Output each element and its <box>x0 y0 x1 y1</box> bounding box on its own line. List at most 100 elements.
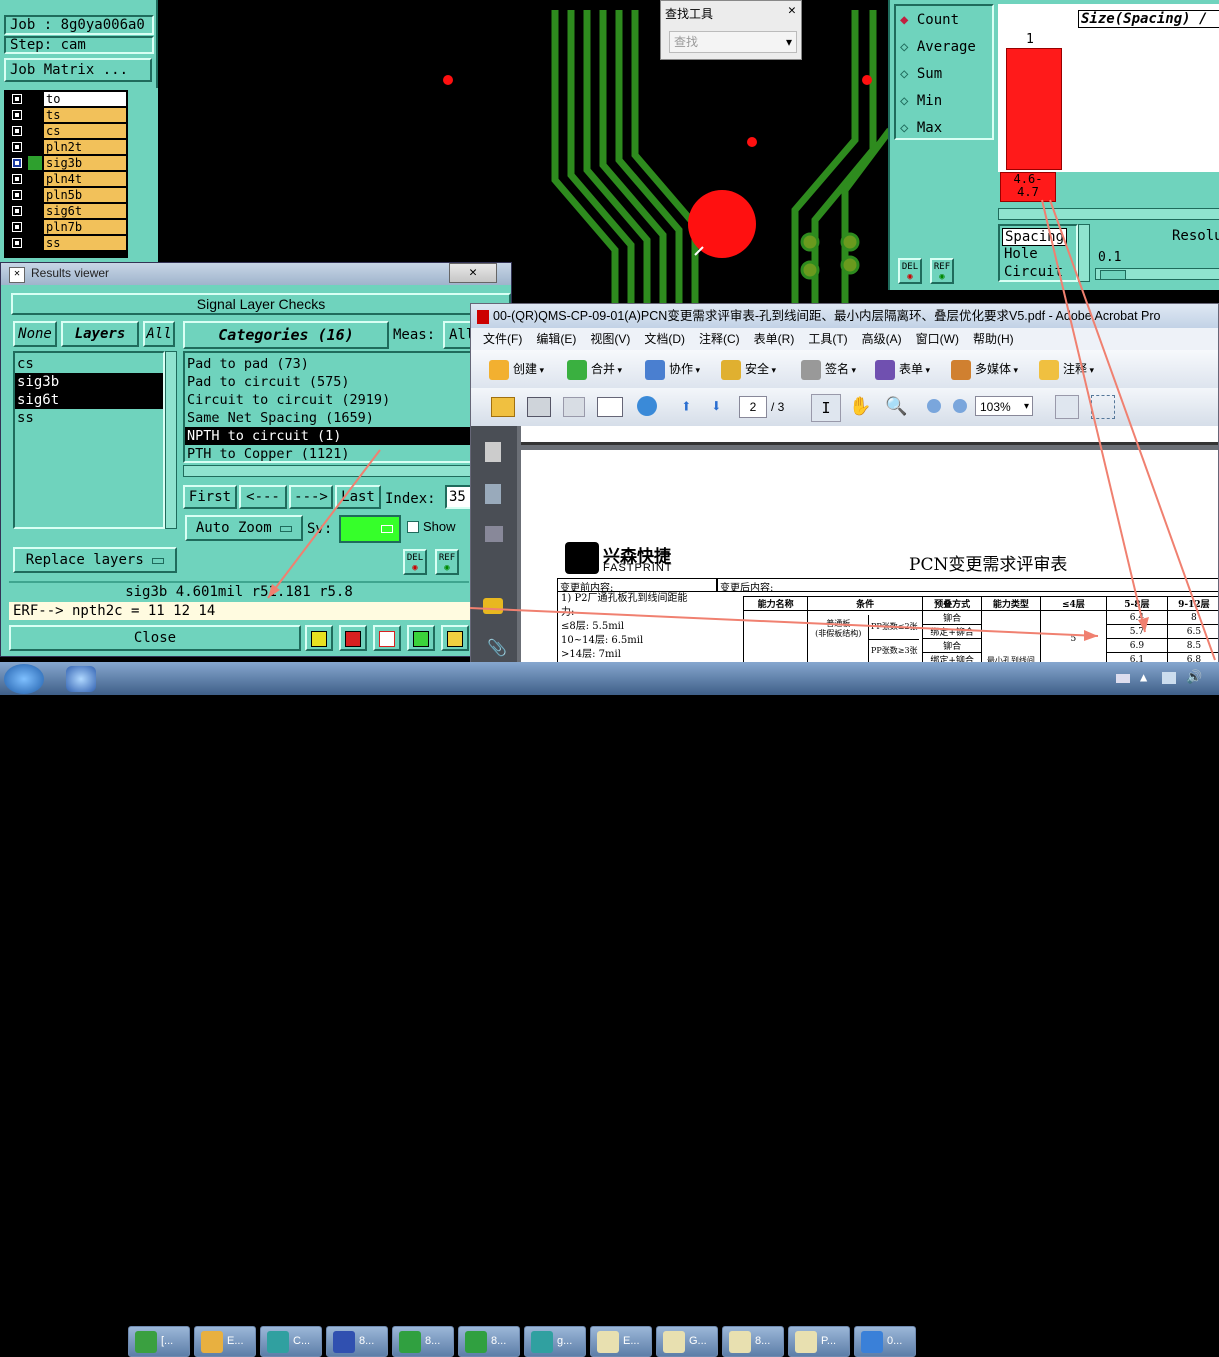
toolbar-collaborate-button[interactable]: 协作 ▾ <box>645 359 700 380</box>
close-button[interactable]: Close <box>9 625 301 651</box>
layer-row-pln5b[interactable]: pln5b <box>10 188 128 203</box>
categories-button[interactable]: Categories (16) <box>183 321 389 349</box>
layer-row-pln2t[interactable]: pln2t <box>10 140 128 155</box>
menu-item[interactable]: 表单(R) <box>754 328 795 350</box>
category-item[interactable]: Same Net Spacing (1659) <box>185 409 481 427</box>
stat-option-max[interactable]: ◇ Max <box>900 120 942 136</box>
save-icon[interactable] <box>563 397 585 417</box>
none-button[interactable]: None <box>13 321 57 347</box>
keyboard-icon[interactable] <box>1116 674 1130 683</box>
sv-color-picker[interactable] <box>339 515 401 543</box>
menu-item[interactable]: 文件(F) <box>483 328 522 350</box>
ref-button[interactable]: REF ◉ <box>930 258 954 284</box>
menu-item[interactable]: 窗口(W) <box>916 328 959 350</box>
stat-option-sum[interactable]: ◇ Sum <box>900 66 942 82</box>
close-icon[interactable]: ✕ <box>788 3 796 18</box>
zoom-in-icon[interactable] <box>953 399 967 413</box>
results-layer-item[interactable]: cs <box>15 355 163 373</box>
toolbar-secure-button[interactable]: 安全 ▾ <box>721 359 776 380</box>
layer-row-ss[interactable]: ss <box>10 236 128 251</box>
layers-button[interactable]: Layers <box>61 321 139 347</box>
search-dropdown[interactable]: 查找 ▾ <box>669 31 797 53</box>
zoom-tool-icon[interactable]: 🔍 <box>885 396 907 417</box>
taskbar-item[interactable]: 8... <box>326 1326 388 1357</box>
close-icon[interactable]: ✕ <box>449 263 497 283</box>
tool-icon-5[interactable] <box>441 625 469 651</box>
pinned-app-icon[interactable] <box>66 666 96 692</box>
resolution-slider[interactable] <box>1095 268 1219 280</box>
taskbar-item[interactable]: 8... <box>458 1326 520 1357</box>
param-item-hole[interactable]: Hole <box>1002 246 1040 262</box>
menu-item[interactable]: 帮助(H) <box>973 328 1014 350</box>
print-icon[interactable] <box>527 397 551 417</box>
job-matrix-button[interactable]: Job Matrix ... <box>4 58 152 82</box>
fit-page-icon[interactable] <box>1055 395 1079 419</box>
layer-checkbox[interactable] <box>12 126 22 136</box>
del-button[interactable]: DEL ◉ <box>898 258 922 284</box>
toolbar-comment-button[interactable]: 注释 ▾ <box>1039 359 1094 380</box>
open-icon[interactable] <box>491 397 515 417</box>
taskbar-item[interactable]: 8... <box>392 1326 454 1357</box>
category-item[interactable]: Pad to circuit (575) <box>185 373 481 391</box>
taskbar-item[interactable]: [... <box>128 1326 190 1357</box>
auto-zoom-button[interactable]: Auto Zoom <box>185 515 303 541</box>
attachment-icon[interactable]: 📎 <box>487 638 507 657</box>
stat-option-count[interactable]: ◆ Count <box>900 12 959 28</box>
toolbar-combine-button[interactable]: 合并 ▾ <box>567 359 622 380</box>
menu-item[interactable]: 视图(V) <box>590 328 630 350</box>
del-button-results[interactable]: DEL ◉ <box>403 549 427 575</box>
replace-layers-button[interactable]: Replace layers <box>13 547 177 573</box>
last-button[interactable]: Last <box>335 485 381 509</box>
param-item-circuit[interactable]: Circuit <box>1002 264 1065 280</box>
toolbar-multimedia-button[interactable]: 多媒体 ▾ <box>951 359 1018 380</box>
toolbar-create-button[interactable]: 创建 ▾ <box>489 359 544 380</box>
tool-icon-1[interactable] <box>305 625 333 651</box>
layer-checkbox[interactable] <box>12 142 22 152</box>
all-layers-button[interactable]: All <box>143 321 175 347</box>
zoom-field[interactable]: 103% ▾ <box>975 396 1033 416</box>
taskbar-item[interactable]: C... <box>260 1326 322 1357</box>
stat-option-average[interactable]: ◇ Average <box>900 39 976 55</box>
menu-item[interactable]: 编辑(E) <box>536 328 576 350</box>
comment-icon[interactable] <box>483 598 503 614</box>
email-icon[interactable] <box>597 397 623 417</box>
volume-icon[interactable]: 🔊 <box>1186 670 1202 685</box>
layer-row-to[interactable]: to <box>10 92 128 107</box>
taskbar-item[interactable]: P... <box>788 1326 850 1357</box>
category-item[interactable]: PTH to Copper (1121) <box>185 445 481 463</box>
globe-icon[interactable] <box>637 396 657 416</box>
network-icon[interactable] <box>1162 672 1176 684</box>
tool-icon-2[interactable] <box>339 625 367 651</box>
next-button[interactable]: ---> <box>289 485 333 509</box>
zoom-out-icon[interactable] <box>927 399 941 413</box>
histogram-bar[interactable] <box>1006 48 1062 170</box>
show-checkbox[interactable] <box>407 521 419 533</box>
stat-option-min[interactable]: ◇ Min <box>900 93 942 109</box>
layer-checkbox[interactable] <box>12 222 22 232</box>
category-item[interactable]: Circuit to circuit (2919) <box>185 391 481 409</box>
tool-icon-4[interactable] <box>407 625 435 651</box>
layer-checkbox[interactable] <box>12 190 22 200</box>
pages-icon[interactable] <box>485 442 501 462</box>
layer-row-pln4t[interactable]: pln4t <box>10 172 128 187</box>
layer-checkbox[interactable] <box>12 238 22 248</box>
toolbar-sign-button[interactable]: 签名 ▾ <box>801 359 856 380</box>
layer-list-scrollbar[interactable] <box>165 351 177 529</box>
first-button[interactable]: First <box>183 485 237 509</box>
layer-row-cs[interactable]: cs <box>10 124 128 139</box>
layer-row-pln7b[interactable]: pln7b <box>10 220 128 235</box>
select-tool-icon[interactable]: I <box>811 394 841 422</box>
fit-width-icon[interactable] <box>1091 395 1115 419</box>
histogram-scrollbar[interactable] <box>998 208 1219 220</box>
start-button[interactable] <box>4 664 44 694</box>
taskbar-item[interactable]: E... <box>590 1326 652 1357</box>
layer-checkbox[interactable] <box>12 110 22 120</box>
prev-button[interactable]: <--- <box>239 485 287 509</box>
layer-checkbox[interactable] <box>12 158 22 168</box>
page-down-icon[interactable]: ⬇ <box>711 396 722 417</box>
page-number-field[interactable]: 2 <box>739 396 767 418</box>
results-layer-item[interactable]: sig6t <box>15 391 163 409</box>
param-scrollbar[interactable] <box>1078 224 1090 282</box>
taskbar-item[interactable]: G... <box>656 1326 718 1357</box>
category-list[interactable]: Pad to pad (73) Pad to circuit (575) Circu… <box>183 351 483 463</box>
